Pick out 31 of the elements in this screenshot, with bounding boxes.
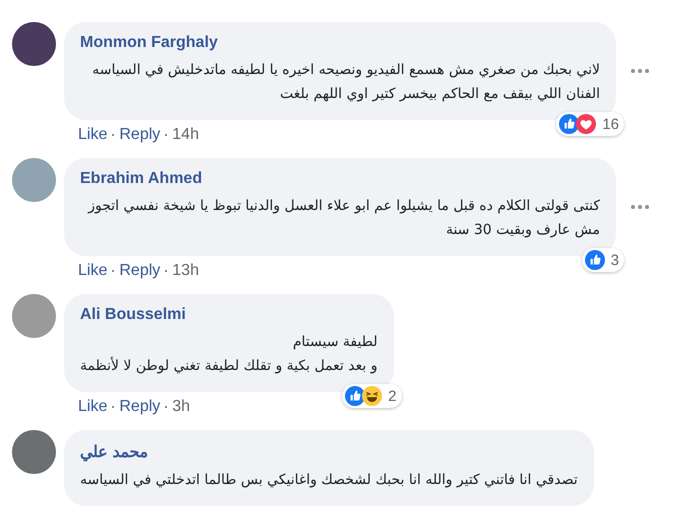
reaction-count: 16 xyxy=(602,116,619,132)
timestamp[interactable]: 13h xyxy=(172,262,199,280)
author-name[interactable]: Monmon Farghaly xyxy=(80,34,218,52)
timestamp[interactable]: 3h xyxy=(172,398,190,416)
avatar-photo[interactable] xyxy=(12,430,56,474)
reaction-summary[interactable]: 2 xyxy=(342,384,402,408)
like-link[interactable]: Like xyxy=(78,126,108,144)
author-name[interactable]: محمد علي xyxy=(80,442,148,462)
comment-text: كنتى قولتى الكلام ده قبل ما يشيلوا عم ابو علاء العسل والدنيا تبوظ يا شيخة نفسي اتجوز مش عارف وبقيت 30 سنة xyxy=(86,197,600,240)
reaction-count: 3 xyxy=(610,252,619,268)
comment-text: تصدقي انا فاتني كتير والله انا بحبك لشخصك واغانيكي بس طالما اتدخلتي في السياسه xyxy=(80,471,578,490)
thumbs-up-icon xyxy=(584,250,605,270)
reply-link[interactable]: Reply xyxy=(119,262,160,280)
reaction-summary[interactable]: 3 xyxy=(582,248,624,272)
author-name[interactable]: Ali Bousselmi xyxy=(80,306,186,324)
laughing-face-icon xyxy=(362,386,382,406)
avatar-photo[interactable] xyxy=(12,22,56,66)
reply-link[interactable]: Reply xyxy=(119,126,160,144)
thumbs-up-icon xyxy=(559,114,580,134)
like-link[interactable]: Like xyxy=(78,398,108,416)
reaction-count: 2 xyxy=(388,388,396,404)
like-link[interactable]: Like xyxy=(78,262,108,280)
more-options-icon[interactable] xyxy=(630,204,650,210)
comment-text: لطيفة سيستام و بعد تعمل بكية و تقلك لطيفة تغني لوطن لا لأنظمة xyxy=(80,333,378,376)
author-name[interactable]: Ebrahim Ahmed xyxy=(80,170,202,188)
more-options-icon[interactable] xyxy=(630,68,650,74)
comment-text: لاني بحبك من صغري مش هسمع الفيديو ونصيحه اخيره يا لطيفه ماتدخليش في السياسه الفنان اللي بيقف مع الحاكم بيخسر كتير اوي اللهم بلغت xyxy=(91,61,600,104)
thumbs-up-icon xyxy=(345,386,366,406)
reply-link[interactable]: Reply xyxy=(119,398,160,416)
timestamp[interactable]: 14h xyxy=(172,126,199,144)
reaction-summary[interactable]: 16 xyxy=(556,112,624,136)
